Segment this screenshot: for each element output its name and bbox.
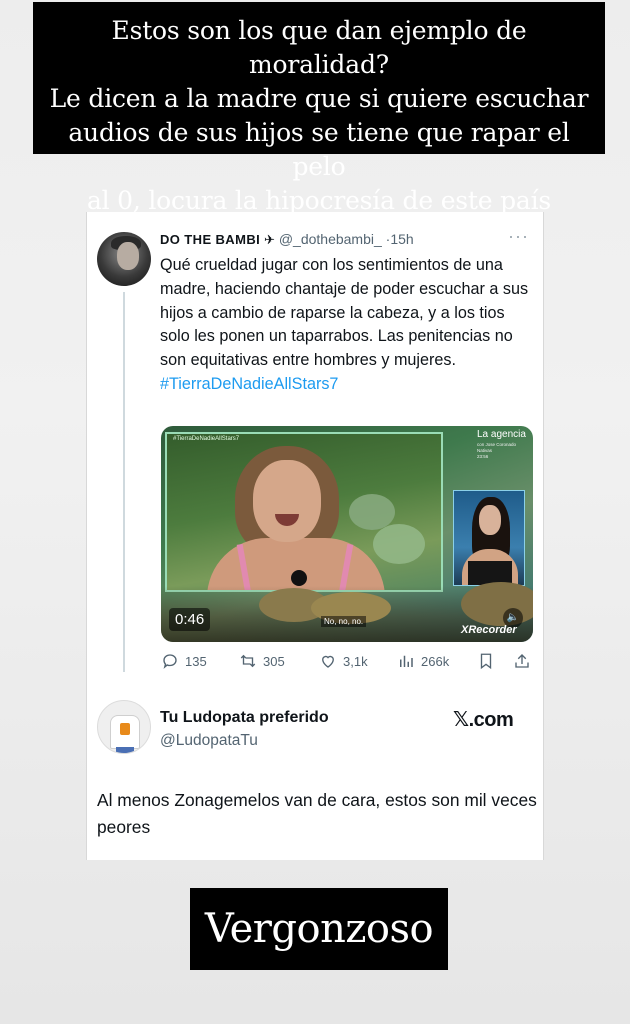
avatar-face — [117, 242, 139, 270]
caption-line: Le dicen a la madre que si quiere escuch… — [49, 84, 589, 113]
retweet-count: 305 — [263, 653, 285, 669]
video-duration: 0:46 — [169, 608, 211, 631]
thread-line — [123, 292, 125, 672]
bookmark-icon — [480, 653, 492, 670]
microphone — [291, 570, 307, 586]
video-subtitle: No, no, no. — [321, 616, 367, 627]
presenter-face — [479, 505, 501, 535]
reply-text: Al menos Zonagemelos van de cara, estos … — [97, 790, 537, 837]
foliage — [373, 524, 425, 564]
reply-icon — [163, 654, 177, 669]
retweet-icon — [240, 654, 256, 668]
view-count: 266k — [421, 653, 450, 669]
reply-author-handle[interactable]: @LudopataTu — [160, 732, 258, 750]
studio-camera-frame — [453, 490, 525, 586]
caption-line: Estos son los que dan ejemplo de moralid… — [111, 16, 527, 79]
retweet-button[interactable]: 305 — [239, 652, 285, 670]
bookmark-button[interactable] — [477, 652, 495, 670]
contestant-face — [253, 460, 321, 542]
reply-author-avatar[interactable] — [97, 700, 151, 754]
tweet-author-handle[interactable]: @_dothebambi_ — [279, 231, 382, 247]
agency-subtitle: con Jose Coronado Nativas 23:56 — [477, 442, 516, 460]
shared-tweet-card[interactable]: DO THE BAMBI ✈ @_dothebambi_ ·15h ··· Qu… — [86, 212, 544, 860]
bottom-caption: Vergonzoso — [190, 888, 448, 970]
tweet-body: Qué crueldad jugar con los sentimientos … — [160, 256, 529, 370]
views-icon — [400, 655, 413, 667]
reply-author-name[interactable]: Tu Ludopata preferido — [160, 709, 329, 727]
story-caption: Estos son los que dan ejemplo de moralid… — [33, 2, 605, 215]
agency-title: La agencia — [477, 429, 526, 440]
agency-sub-line: 23:56 — [477, 454, 489, 459]
tweet-author-avatar[interactable] — [97, 232, 151, 286]
like-button[interactable]: 3,1k — [319, 652, 368, 670]
reply-count: 135 — [185, 653, 207, 669]
share-icon — [515, 654, 529, 668]
like-count: 3,1k — [343, 653, 368, 669]
caption-line: audios de sus hijos se tiene que rapar e… — [68, 118, 570, 181]
tweet-text: Qué crueldad jugar con los sentimientos … — [160, 254, 532, 397]
tweet-video[interactable]: #TierraDeNadieAllStars7 La agencia con J… — [161, 426, 533, 642]
views-button[interactable]: 266k — [397, 652, 449, 670]
more-options-icon[interactable]: ··· — [508, 226, 529, 247]
avatar-shirt-logo — [120, 723, 130, 735]
video-hashtag-overlay: #TierraDeNadieAllStars7 — [173, 436, 240, 442]
hashtag-link[interactable]: #TierraDeNadieAllStars7 — [160, 375, 338, 393]
tweet-actions: 135 305 3,1k 266k — [161, 652, 533, 674]
share-button[interactable] — [513, 652, 531, 670]
recorder-watermark: XRecorder — [461, 624, 517, 636]
avatar-jeans — [116, 747, 134, 753]
main-camera-frame: #TierraDeNadieAllStars7 — [165, 432, 443, 592]
airplane-icon: ✈ — [264, 232, 275, 247]
heart-icon — [322, 655, 334, 668]
tweet-author-name[interactable]: DO THE BAMBI — [160, 232, 260, 247]
x-logo-icon: 𝕏.com — [453, 709, 514, 731]
reply-button[interactable]: 135 — [161, 652, 207, 670]
tweet-time[interactable]: 15h — [390, 231, 413, 247]
tweet-header: DO THE BAMBI ✈ @_dothebambi_ ·15h — [160, 231, 414, 248]
